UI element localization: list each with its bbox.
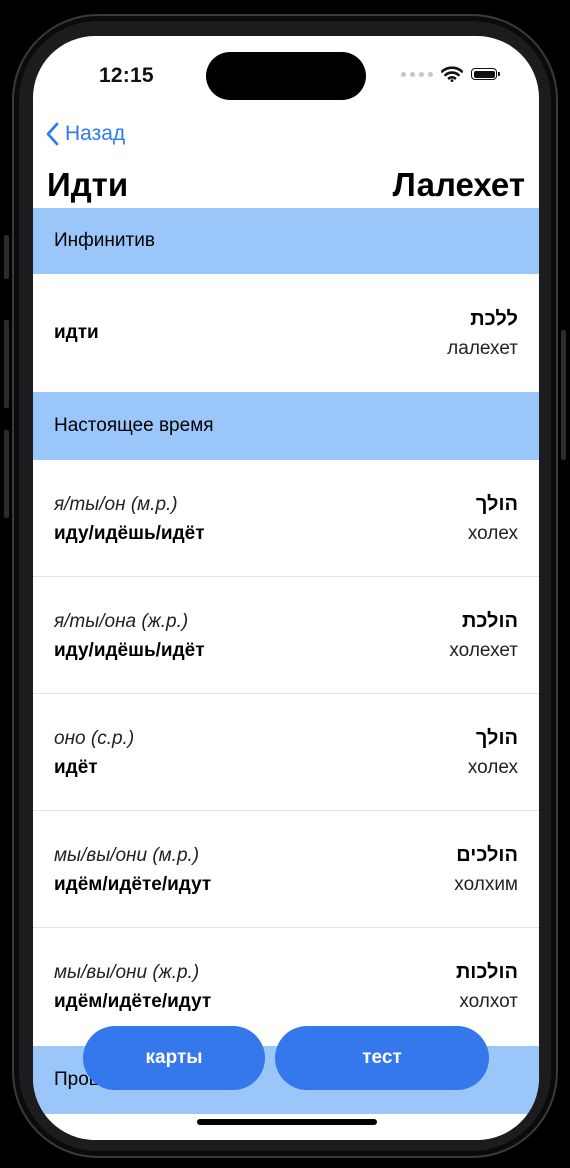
- hebrew-word: הולכות: [455, 961, 518, 983]
- russian-verb: идти: [54, 322, 99, 343]
- volume-down-button: [4, 430, 9, 518]
- russian-pronoun: оно (с.р.): [54, 728, 135, 749]
- power-button: [561, 330, 566, 460]
- russian-pronoun: мы/вы/они (ж.р.): [54, 962, 200, 983]
- volume-up-button: [4, 320, 9, 408]
- table-row[interactable]: я/ты/он (м.р.) иду/идёшь/идёт הולך холех: [33, 460, 539, 577]
- table-row[interactable]: идти ללכת лалехет: [33, 274, 539, 392]
- russian-pronoun: я/ты/он (м.р.): [54, 494, 178, 515]
- chevron-left-icon: [46, 122, 59, 146]
- russian-verb: иду/идёшь/идёт: [54, 640, 205, 661]
- section-header-present: Настоящее время: [33, 392, 539, 460]
- transliteration: лалехет: [447, 338, 518, 359]
- screen: 12:15 Назад Идти Лалехет Инфинитив идти …: [33, 36, 539, 1140]
- transliteration: холхим: [454, 874, 518, 895]
- hebrew-word: הולך: [475, 493, 518, 515]
- status-time: 12:15: [99, 64, 154, 87]
- back-label: Назад: [65, 122, 126, 145]
- verb-title-translit: Лалехет: [392, 166, 525, 203]
- transliteration: холехет: [449, 640, 518, 661]
- dynamic-island: [206, 52, 366, 100]
- russian-verb: идём/идёте/идут: [54, 874, 212, 895]
- status-icons: [401, 66, 500, 82]
- transliteration: холхот: [459, 991, 518, 1012]
- russian-pronoun: я/ты/она (ж.р.): [54, 611, 189, 632]
- table-row[interactable]: мы/вы/они (м.р.) идём/идёте/идут הולכים …: [33, 811, 539, 928]
- battery-icon: [471, 68, 500, 80]
- transliteration: холех: [467, 523, 518, 544]
- russian-pronoun: мы/вы/они (м.р.): [54, 845, 200, 866]
- cards-button[interactable]: карты: [83, 1026, 265, 1090]
- hebrew-word: הולכים: [456, 844, 518, 866]
- hebrew-word: ללכת: [470, 308, 518, 330]
- hebrew-word: הולך: [475, 727, 518, 749]
- signal-icon: [401, 71, 433, 77]
- transliteration: холех: [467, 757, 518, 778]
- back-button[interactable]: Назад: [45, 122, 125, 146]
- wifi-icon: [441, 66, 463, 82]
- section-title: Инфинитив: [54, 230, 155, 251]
- russian-verb: идёт: [54, 757, 98, 778]
- action-button: [4, 235, 9, 279]
- hebrew-word: הולכת: [461, 610, 518, 632]
- test-button[interactable]: тест: [275, 1026, 489, 1090]
- russian-verb: иду/идёшь/идёт: [54, 523, 205, 544]
- table-row: [33, 1114, 539, 1140]
- section-header-infinitive: Инфинитив: [33, 208, 539, 274]
- home-indicator[interactable]: [197, 1119, 377, 1125]
- russian-verb: идём/идёте/идут: [54, 991, 212, 1012]
- section-title: Настоящее время: [54, 415, 214, 436]
- status-bar: 12:15: [33, 36, 539, 116]
- table-row[interactable]: оно (с.р.) идёт הולך холех: [33, 694, 539, 811]
- table-row[interactable]: я/ты/она (ж.р.) иду/идёшь/идёт הולכת хол…: [33, 577, 539, 694]
- verb-title-russian: Идти: [47, 166, 129, 203]
